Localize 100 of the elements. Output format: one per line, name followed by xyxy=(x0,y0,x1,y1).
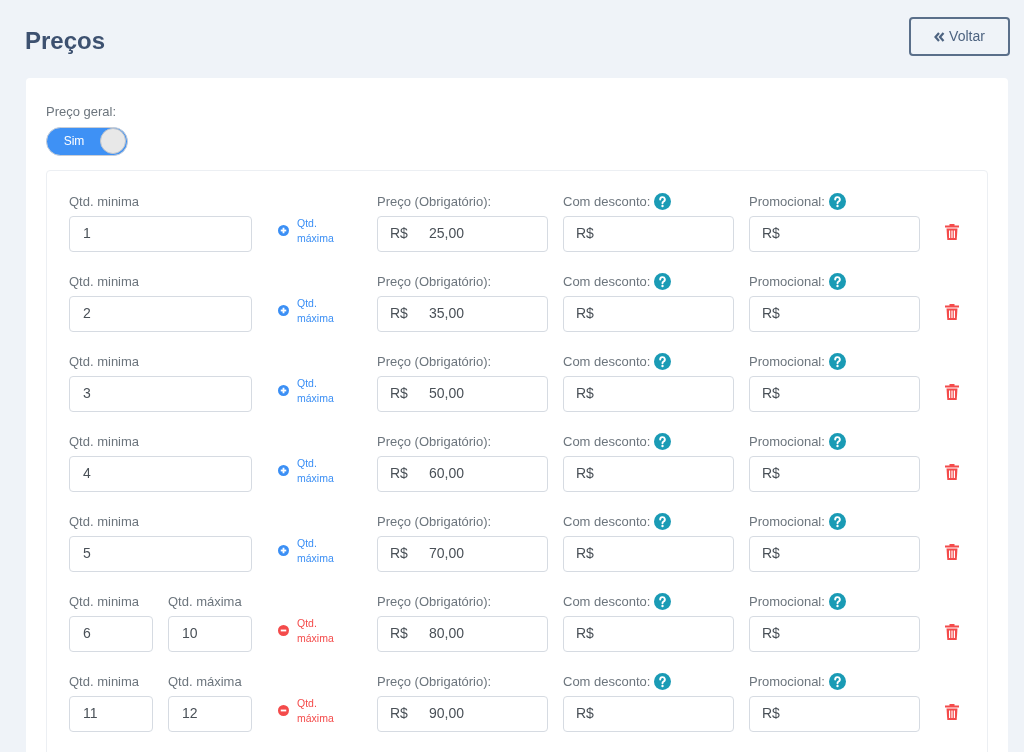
field-label: Com desconto: xyxy=(563,352,651,371)
help-icon[interactable] xyxy=(654,673,672,690)
input-field[interactable]: R$ xyxy=(749,455,920,492)
trash-icon xyxy=(945,703,959,720)
delete-button[interactable] xyxy=(944,542,960,561)
trash-icon xyxy=(945,303,959,320)
input-field[interactable]: R$ 25,00 xyxy=(377,215,548,252)
field-label: Preço (Obrigatório): xyxy=(377,592,492,611)
input-field[interactable]: R$ 80,00 xyxy=(377,615,548,652)
trash-icon xyxy=(945,463,959,480)
remove-max-quantity-link[interactable]: Qtd. máxima xyxy=(278,695,340,726)
input-field[interactable]: R$ 50,00 xyxy=(377,375,548,412)
field-label: Preço (Obrigatório): xyxy=(377,352,492,371)
field-label: Promocional: xyxy=(749,192,825,211)
help-icon[interactable] xyxy=(828,433,846,450)
field-label: Preço geral: xyxy=(46,103,118,121)
input-field[interactable]: R$ xyxy=(563,695,734,732)
plus-circle-icon xyxy=(278,385,289,396)
field-label: Promocional: xyxy=(749,592,825,611)
input-field[interactable]: 2 xyxy=(69,295,252,332)
help-icon[interactable] xyxy=(654,353,672,370)
input-field[interactable]: R$ xyxy=(749,615,920,652)
input-field[interactable]: 4 xyxy=(69,455,252,492)
input-field[interactable]: R$ xyxy=(563,615,734,652)
field-label: Preço (Obrigatório): xyxy=(377,672,492,691)
input-field[interactable]: R$ 70,00 xyxy=(377,535,548,572)
remove-max-quantity-link[interactable]: Qtd. máxima xyxy=(278,615,340,646)
field-label: Com desconto: xyxy=(563,592,651,611)
field-label: Qtd. minima xyxy=(69,672,140,691)
field-label: Qtd. minima xyxy=(69,592,140,611)
input-field[interactable]: R$ xyxy=(563,535,734,572)
trash-icon xyxy=(945,223,959,240)
delete-button[interactable] xyxy=(944,622,960,641)
delete-button[interactable] xyxy=(944,382,960,401)
input-field[interactable]: 10 xyxy=(168,615,252,652)
field-label: Promocional: xyxy=(749,512,825,531)
field-label: Promocional: xyxy=(749,352,825,371)
field-label: Qtd. minima xyxy=(69,272,140,291)
field-label: Preço (Obrigatório): xyxy=(377,192,492,211)
field-label: Qtd. minima xyxy=(69,192,140,211)
plus-circle-icon xyxy=(278,225,289,236)
help-icon[interactable] xyxy=(654,433,672,450)
plus-circle-icon xyxy=(278,545,289,556)
input-field[interactable]: 5 xyxy=(69,535,252,572)
field-label: Com desconto: xyxy=(563,272,651,291)
delete-button[interactable] xyxy=(944,222,960,241)
field-label: Com desconto: xyxy=(563,512,651,531)
field-label: Promocional: xyxy=(749,272,825,291)
input-field[interactable]: R$ xyxy=(749,695,920,732)
field-label: Qtd. máxima xyxy=(168,592,242,611)
help-icon[interactable] xyxy=(828,593,846,610)
help-icon[interactable] xyxy=(828,353,846,370)
delete-button[interactable] xyxy=(944,302,960,321)
field-label: Preço (Obrigatório): xyxy=(377,272,492,291)
field-label: Preço (Obrigatório): xyxy=(377,432,492,451)
help-icon[interactable] xyxy=(654,193,672,210)
help-icon[interactable] xyxy=(828,193,846,210)
input-field[interactable]: R$ xyxy=(749,375,920,412)
plus-circle-icon xyxy=(278,465,289,476)
trash-icon xyxy=(945,623,959,640)
help-icon[interactable] xyxy=(828,673,846,690)
help-icon[interactable] xyxy=(654,513,672,530)
help-icon[interactable] xyxy=(654,273,672,290)
input-field[interactable]: R$ xyxy=(749,295,920,332)
input-field[interactable]: 3 xyxy=(69,375,252,412)
input-field[interactable]: 6 xyxy=(69,615,153,652)
field-label: Com desconto: xyxy=(563,432,651,451)
double-chevron-left-icon xyxy=(934,31,946,42)
input-field[interactable]: R$ 60,00 xyxy=(377,455,548,492)
field-label: Qtd. máxima xyxy=(168,672,242,691)
input-field[interactable]: R$ xyxy=(749,535,920,572)
plus-circle-icon xyxy=(278,305,289,316)
help-icon[interactable] xyxy=(654,593,672,610)
delete-button[interactable] xyxy=(944,462,960,481)
input-field[interactable]: 1 xyxy=(69,215,252,252)
minus-circle-icon xyxy=(278,625,289,636)
field-label: Com desconto: xyxy=(563,192,651,211)
help-icon[interactable] xyxy=(828,513,846,530)
trash-icon xyxy=(945,383,959,400)
help-icon[interactable] xyxy=(828,273,846,290)
input-field[interactable]: 12 xyxy=(168,695,252,732)
field-label: Qtd. minima xyxy=(69,432,140,451)
input-field[interactable]: R$ 90,00 xyxy=(377,695,548,732)
input-field[interactable]: R$ xyxy=(749,215,920,252)
input-field[interactable]: R$ xyxy=(563,215,734,252)
field-label: Qtd. minima xyxy=(69,512,140,531)
field-label: Promocional: xyxy=(749,432,825,451)
page-title: Preços xyxy=(25,26,106,56)
input-field[interactable]: R$ xyxy=(563,295,734,332)
back-button[interactable]: Voltar xyxy=(909,17,1010,56)
field-label: Promocional: xyxy=(749,672,825,691)
field-label: Qtd. minima xyxy=(69,352,140,371)
delete-button[interactable] xyxy=(944,702,960,721)
field-label: Com desconto: xyxy=(563,672,651,691)
minus-circle-icon xyxy=(278,705,289,716)
input-field[interactable]: R$ xyxy=(563,375,734,412)
input-field[interactable]: 11 xyxy=(69,695,153,732)
trash-icon xyxy=(945,543,959,560)
input-field[interactable]: R$ 35,00 xyxy=(377,295,548,332)
input-field[interactable]: R$ xyxy=(563,455,734,492)
